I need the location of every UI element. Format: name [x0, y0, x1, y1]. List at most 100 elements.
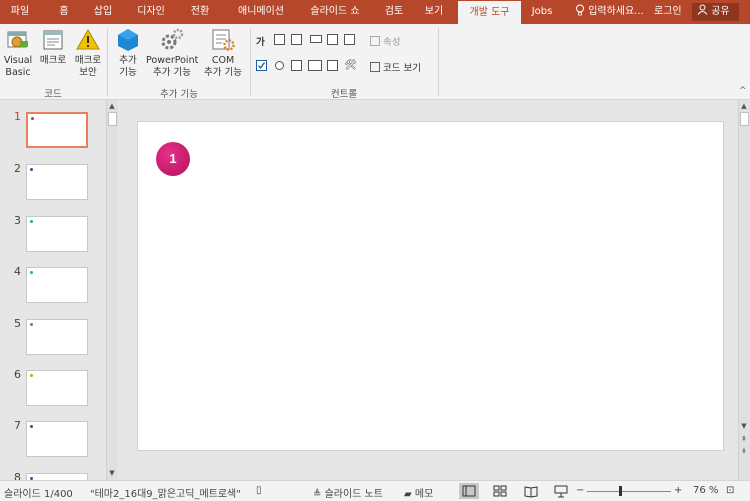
next-slide-icon[interactable]: ⇟	[739, 446, 749, 456]
sign-in-link[interactable]: 로그인	[654, 0, 682, 24]
addins-button[interactable]: 추가 기능	[112, 28, 144, 79]
properties-button[interactable]: 속성	[370, 34, 400, 48]
zoom-slider-track[interactable]	[587, 491, 671, 492]
slide-thumbnail[interactable]	[26, 112, 88, 148]
visual-basic-label-1: Visual	[3, 55, 33, 66]
macro-button[interactable]: 매크로	[37, 28, 69, 67]
macro-security-label-1: 매크로	[74, 55, 102, 66]
slide-sorter-icon	[493, 485, 507, 497]
slideshow-button[interactable]	[551, 483, 571, 499]
spin-control-button[interactable]	[291, 34, 302, 45]
notes-button[interactable]: ≜ 슬라이드 노트	[313, 485, 383, 500]
textbox-control-button[interactable]	[274, 34, 285, 45]
powerpoint-addins-label-2: 추가 기능	[153, 67, 191, 78]
slide-number: 7	[14, 419, 21, 432]
listbox-control-button[interactable]	[291, 60, 302, 71]
comments-label: 메모	[414, 489, 434, 500]
slide-number: 5	[14, 317, 21, 330]
comments-button[interactable]: ▰ 메모	[404, 485, 433, 500]
toggle-button-control[interactable]	[327, 60, 338, 71]
view-code-label: 코드 보기	[383, 63, 421, 74]
tab-home[interactable]: 홈	[49, 0, 79, 24]
tab-developer[interactable]: 개발 도구	[458, 0, 521, 24]
macro-security-button[interactable]: 매크로 보안	[72, 28, 104, 79]
thumb-marker	[30, 374, 33, 377]
fit-to-window-icon[interactable]: ⊡	[726, 485, 734, 496]
slide-number: 8	[14, 471, 21, 480]
tab-jobs[interactable]: Jobs	[526, 0, 558, 24]
tab-design[interactable]: 디자인	[130, 0, 172, 24]
thumbnail-scrollbar[interactable]: ▲ ▼	[106, 100, 118, 480]
tab-insert[interactable]: 삽입	[86, 0, 120, 24]
tab-file[interactable]: 파일	[3, 0, 37, 24]
slide-sorter-button[interactable]	[490, 483, 510, 499]
scrollbar-thumb[interactable]	[740, 112, 749, 126]
slide-thumbnail[interactable]	[26, 164, 88, 200]
com-addins-icon	[210, 28, 236, 52]
slide-number: 4	[14, 265, 21, 278]
zoom-out-icon[interactable]: −	[576, 485, 584, 496]
zoom-in-icon[interactable]: +	[674, 485, 682, 496]
scrollbar-control-button[interactable]	[344, 34, 355, 45]
editor-scrollbar[interactable]: ▲ ▼ ⇞ ⇟	[738, 100, 750, 480]
slide-thumbnail[interactable]	[26, 319, 88, 355]
label-control-button[interactable]: 가	[256, 34, 265, 48]
number-badge[interactable]: 1	[156, 142, 190, 176]
collapse-ribbon-icon[interactable]: ^	[739, 86, 747, 96]
more-controls-button[interactable]: 🛠	[344, 60, 357, 71]
slide-thumbnail[interactable]	[26, 267, 88, 303]
slide-thumbnail[interactable]	[26, 216, 88, 252]
comment-icon: ▰	[404, 489, 412, 500]
checkbox-control-button[interactable]	[256, 60, 267, 71]
tell-me-search[interactable]: 입력하세요...	[575, 0, 644, 24]
powerpoint-addins-button[interactable]: PowerPoint 추가 기능	[146, 28, 198, 79]
tab-slideshow[interactable]: 슬라이드 쇼	[302, 0, 368, 24]
scroll-down-icon[interactable]: ▼	[107, 468, 117, 478]
group-label-controls: 컨트롤	[330, 89, 358, 100]
reading-view-button[interactable]	[521, 483, 541, 499]
normal-view-icon	[462, 485, 476, 497]
image-control-button[interactable]	[327, 34, 338, 45]
gears-icon	[159, 28, 185, 52]
option-button-control[interactable]	[275, 61, 284, 70]
properties-label: 속성	[383, 37, 401, 48]
thumb-marker	[30, 425, 33, 428]
tab-transitions[interactable]: 전환	[183, 0, 217, 24]
properties-icon	[370, 36, 380, 46]
share-button[interactable]: 공유	[692, 3, 739, 21]
tab-view[interactable]: 보기	[417, 0, 451, 24]
scrollbar-thumb[interactable]	[108, 112, 117, 126]
scroll-down-icon[interactable]: ▼	[739, 421, 749, 431]
current-slide-canvas[interactable]: 1	[137, 121, 724, 451]
scroll-up-icon[interactable]: ▲	[739, 101, 749, 111]
thumb-marker	[30, 323, 33, 326]
powerpoint-addins-label-1: PowerPoint	[146, 55, 199, 66]
thumb-marker	[30, 220, 33, 223]
lightbulb-icon	[575, 4, 588, 17]
normal-view-button[interactable]	[459, 483, 479, 499]
macro-label: 매크로	[39, 55, 67, 66]
previous-slide-icon[interactable]: ⇞	[739, 434, 749, 444]
tab-animations[interactable]: 애니메이션	[229, 0, 293, 24]
scroll-up-icon[interactable]: ▲	[107, 101, 117, 111]
addins-label-1: 추가	[119, 55, 137, 66]
visual-basic-button[interactable]: Visual Basic	[2, 28, 34, 79]
slide-thumbnail[interactable]	[26, 370, 88, 406]
slide-thumbnail[interactable]	[26, 473, 88, 480]
spelling-check-icon[interactable]: ▯	[256, 485, 262, 496]
slide-thumbnail-pane: 1 2 3 4 5 6 7 8 ▲ ▼	[0, 100, 118, 480]
zoom-level[interactable]: 76 %	[693, 485, 718, 496]
visual-basic-label-2: Basic	[5, 67, 31, 78]
com-addins-button[interactable]: COM 추가 기능	[200, 28, 246, 79]
combobox-control-button[interactable]	[308, 60, 322, 71]
view-code-button[interactable]: 코드 보기	[370, 60, 421, 74]
macro-security-label-2: 보안	[79, 67, 97, 78]
zoom-slider-handle[interactable]	[619, 486, 622, 496]
visual-basic-icon	[5, 28, 31, 52]
slide-thumbnail[interactable]	[26, 421, 88, 457]
share-label: 공유	[711, 6, 730, 17]
tab-review[interactable]: 검토	[377, 0, 411, 24]
check-icon	[257, 62, 266, 70]
command-button-control[interactable]	[310, 35, 322, 43]
status-bar: 슬라이드 1/400 "테마2_16대9_맑은고딕_메트로색" ▯ ≜ 슬라이드…	[0, 480, 750, 501]
